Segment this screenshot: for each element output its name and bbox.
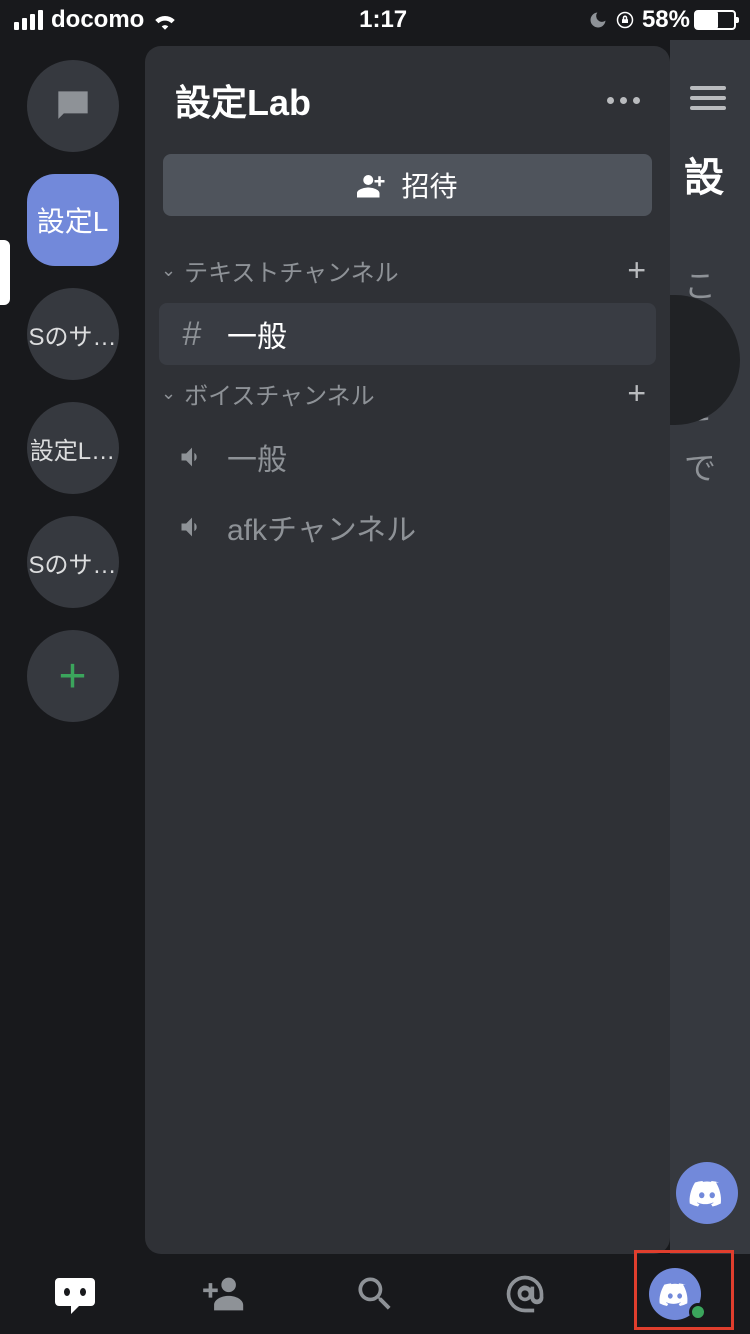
discord-icon (689, 1179, 725, 1207)
tab-friends[interactable] (165, 1259, 285, 1329)
wifi-icon (152, 10, 178, 30)
server-item[interactable]: Sのサ… (27, 516, 119, 608)
server-label: 設定L… (30, 431, 115, 466)
invite-label: 招待 (401, 165, 457, 205)
dm-button[interactable] (27, 60, 119, 152)
status-bar: docomo 1:17 58% (0, 0, 750, 40)
channel-name: 一般 (227, 312, 287, 356)
server-rail: 設定L Sのサ… 設定L… Sのサ… + (0, 40, 145, 1254)
lock-icon (616, 11, 634, 29)
channel-name: 一般 (227, 435, 287, 479)
menu-icon[interactable] (690, 80, 726, 116)
chevron-down-icon: ⌄ (161, 383, 176, 404)
battery-percent: 58% (642, 6, 690, 34)
speaker-icon (175, 513, 209, 541)
active-server-indicator (0, 240, 10, 305)
server-label: Sのサ… (28, 545, 116, 580)
speaker-icon (175, 443, 209, 471)
voice-channel-item[interactable]: afkチャンネル (159, 496, 656, 558)
clock: 1:17 (359, 6, 407, 34)
sliver-title: 設 (684, 140, 750, 216)
annotation-highlight (634, 1250, 734, 1330)
voice-channel-item[interactable]: 一般 (159, 426, 656, 488)
chevron-down-icon: ⌄ (161, 260, 176, 281)
search-icon (353, 1272, 397, 1316)
add-channel-button[interactable]: + (627, 252, 646, 289)
sliver-text: で (684, 438, 750, 499)
channel-panel: 設定Lab 招待 ⌄ テキストチャンネル + # 一般 ⌄ ボイスチャンネル + 一… (145, 46, 670, 1254)
server-item[interactable]: 設定L… (27, 402, 119, 494)
invite-button[interactable]: 招待 (163, 154, 652, 216)
chat-content-sliver[interactable]: 設 こ る さ で (670, 40, 750, 1254)
server-item-active[interactable]: 設定L (27, 174, 119, 266)
discord-logo-icon (49, 1274, 101, 1314)
server-title[interactable]: 設定Lab (175, 74, 311, 126)
person-add-icon (357, 172, 387, 198)
moon-icon (588, 10, 608, 30)
category-header-voice[interactable]: ⌄ ボイスチャンネル + (145, 369, 670, 422)
at-icon (503, 1272, 547, 1316)
add-server-button[interactable]: + (27, 630, 119, 722)
tab-search[interactable] (315, 1259, 435, 1329)
carrier-label: docomo (51, 6, 144, 34)
discord-avatar[interactable] (676, 1162, 738, 1224)
battery-icon (694, 10, 736, 30)
server-label: 設定L (37, 200, 109, 240)
category-label: ボイスチャンネル (184, 376, 375, 411)
tab-mentions[interactable] (465, 1259, 585, 1329)
server-label: Sのサ… (28, 317, 116, 352)
hash-icon: # (175, 315, 209, 354)
chat-icon (51, 84, 95, 128)
tab-home[interactable] (15, 1259, 135, 1329)
more-options-button[interactable] (607, 97, 640, 104)
signal-icon (14, 10, 43, 30)
friends-icon (203, 1274, 247, 1314)
category-label: テキストチャンネル (184, 253, 399, 288)
add-channel-button[interactable]: + (627, 375, 646, 412)
channel-name: afkチャンネル (227, 505, 416, 549)
text-channel-item[interactable]: # 一般 (159, 303, 656, 365)
server-item[interactable]: Sのサ… (27, 288, 119, 380)
category-header-text[interactable]: ⌄ テキストチャンネル + (145, 246, 670, 299)
